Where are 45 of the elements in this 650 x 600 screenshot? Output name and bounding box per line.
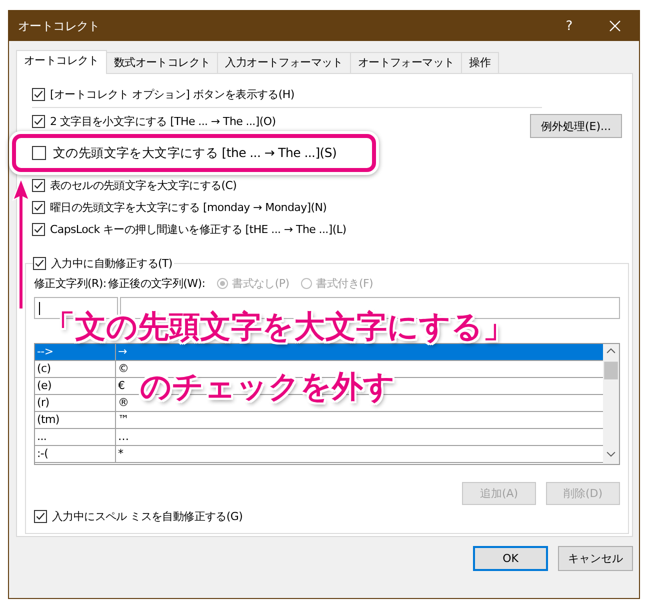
list-cell[interactable]: ... [35, 429, 116, 445]
option-label: 表のセルの先頭文字を大文字にする(C) [50, 178, 237, 192]
list-cell[interactable]: (c) [35, 361, 116, 377]
list-cell[interactable]: € [116, 378, 128, 394]
checkbox[interactable] [32, 222, 45, 236]
checkbox[interactable] [32, 200, 45, 214]
dialog-button[interactable]: キャンセル [558, 546, 633, 571]
radio-label: 書式なし(P) [232, 276, 290, 290]
list-cell[interactable]: --> [35, 344, 116, 360]
scrollbar[interactable] [603, 344, 619, 464]
option-label: [オートコレクト オプション] ボタンを表示する(H) [50, 86, 294, 102]
option-label: 2 文字目を小文字にする [THe ... → The ...](O) [50, 114, 276, 128]
checkbox[interactable] [34, 510, 47, 522]
list-cell[interactable]: → [116, 344, 603, 360]
close-icon[interactable] [609, 20, 621, 32]
list-cell[interactable]: (tm) [35, 412, 116, 428]
list-cell[interactable]: © [116, 361, 132, 377]
checkbox[interactable] [32, 114, 45, 128]
radio-label: 書式付き(F) [316, 276, 374, 290]
list-cell[interactable]: (r) [35, 395, 116, 411]
list-cell[interactable]: :-( [35, 446, 116, 462]
list-cell[interactable]: ™ [116, 412, 132, 428]
checkbox[interactable] [33, 257, 46, 270]
window-title: オートコレクト [18, 18, 101, 34]
help-button[interactable]: ? [559, 18, 579, 34]
field-label: 修正文字列(R): [34, 276, 106, 290]
list-cell[interactable]: ® [116, 395, 132, 411]
checkbox[interactable] [32, 146, 46, 160]
checkbox[interactable] [32, 88, 45, 100]
exceptions-button[interactable]: 例外処理(E)... [530, 114, 622, 138]
list-cell[interactable]: (e) [35, 378, 116, 394]
dialog-button[interactable]: OK [473, 546, 548, 571]
option-label: 入力中に自動修正する(T) [51, 256, 172, 271]
option-label: 文の先頭文字を大文字にする [the ... → The ...](S) [53, 144, 337, 162]
field-label: 修正後の文字列(W): [108, 276, 206, 290]
option-label: CapsLock キーの押し間違いを修正する [tHE ... → The ...](L) [50, 222, 346, 236]
checkbox[interactable] [32, 178, 45, 192]
annotation-caption: のチェックを外す [140, 370, 395, 404]
annotation-caption: 「文の先頭文字を大文字にする」 [44, 310, 514, 344]
list-cell[interactable]: * [116, 446, 126, 462]
tab[interactable]: 操作 [461, 52, 499, 73]
option-label: 入力中にスペル ミスを自動修正する(G) [52, 508, 243, 524]
list-cell[interactable]: … [116, 429, 132, 445]
option-label: 曜日の先頭文字を大文字にする [monday → Monday](N) [50, 200, 327, 214]
tab[interactable]: オートコレクト [16, 50, 107, 74]
